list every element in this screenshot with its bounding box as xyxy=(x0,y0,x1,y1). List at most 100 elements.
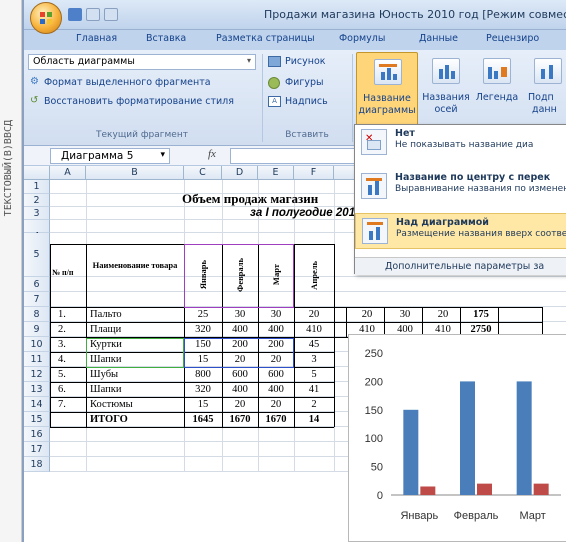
side-strip-text: ТЕКСТОВЫЙ(В)ВВСД xyxy=(3,120,14,217)
reset-style-button[interactable]: ↺ Восстановить форматирование стиля xyxy=(28,94,256,110)
table-cell-c[interactable]: 25 xyxy=(184,309,222,320)
y-tick-label: 0 xyxy=(377,490,383,502)
picture-button[interactable]: Рисунок xyxy=(268,54,348,70)
table-cell-n[interactable]: 1. xyxy=(58,309,84,320)
table-cell-f[interactable]: 14 xyxy=(294,414,334,425)
menu-item-centered-overlay[interactable]: Название по центру с перек Выравнивание … xyxy=(355,169,566,205)
tab-formulas[interactable]: Формулы xyxy=(339,33,385,44)
chart-title-button[interactable]: Название диаграммы xyxy=(356,52,418,126)
table-cell-d[interactable]: 400 xyxy=(222,384,258,395)
table-cell-c[interactable]: 320 xyxy=(184,384,222,395)
table-cell-d[interactable]: 20 xyxy=(222,399,258,410)
table-cell-c[interactable]: 1645 xyxy=(184,414,222,425)
tab-insert[interactable]: Вставка xyxy=(146,33,186,44)
table-cell-f[interactable]: 20 xyxy=(294,309,334,320)
column-header-c[interactable]: C xyxy=(184,166,222,180)
tab-data[interactable]: Данные xyxy=(419,33,458,44)
table-cell-d[interactable]: 30 xyxy=(222,309,258,320)
table-cell-c[interactable]: 15 xyxy=(184,399,222,410)
row-header-16[interactable]: 16 xyxy=(24,427,50,442)
table-cell-n[interactable]: 6. xyxy=(58,384,84,395)
format-selection-button[interactable]: ⚙ Формат выделенного фрагмента xyxy=(28,75,256,91)
save-icon[interactable] xyxy=(68,8,82,21)
tab-home[interactable]: Главная xyxy=(76,33,117,44)
table-cell-n[interactable]: 7. xyxy=(58,399,84,410)
chart-title-icon xyxy=(374,59,402,85)
table-cell-e[interactable]: 30 xyxy=(258,309,294,320)
redo-icon[interactable] xyxy=(104,8,118,21)
insert-function-button[interactable]: fx xyxy=(204,148,226,164)
table-cell-e[interactable]: 20 xyxy=(258,399,294,410)
name-box[interactable]: Диаграмма 5 ▾ xyxy=(50,148,170,164)
table-cell-e[interactable]: 1670 xyxy=(258,414,294,425)
table-cell-f[interactable]: 45 xyxy=(294,339,334,350)
column-header-a[interactable]: A xyxy=(50,166,86,180)
table-cell-d[interactable]: 400 xyxy=(222,324,258,335)
tab-review[interactable]: Рецензиро xyxy=(486,33,539,44)
row-header-14[interactable]: 14 xyxy=(24,397,50,412)
table-cell-h[interactable]: 30 xyxy=(386,309,424,320)
embedded-chart[interactable]: 0 50 100 150 200 250 Январь Февраль Март xyxy=(348,334,566,542)
table-cell-name[interactable]: Шапки xyxy=(90,384,182,395)
table-cell-d[interactable]: 1670 xyxy=(222,414,258,425)
row-header-17[interactable]: 17 xyxy=(24,442,50,457)
row-header-11[interactable]: 11 xyxy=(24,352,50,367)
data-labels-button[interactable]: Подп данн xyxy=(524,52,566,126)
shapes-button[interactable]: Фигуры xyxy=(268,75,348,91)
row-header-8[interactable]: 8 xyxy=(24,307,50,322)
table-cell-f[interactable]: 41 xyxy=(294,384,334,395)
legend-button[interactable]: Легенда xyxy=(474,52,520,126)
table-cell-n[interactable]: 3. xyxy=(58,339,84,350)
row-header-9[interactable]: 9 xyxy=(24,322,50,337)
table-cell-e[interactable]: 400 xyxy=(258,324,294,335)
table-cell-name[interactable]: Пальто xyxy=(90,309,182,320)
table-cell-name[interactable]: Костюмы xyxy=(90,399,182,410)
row-header-2[interactable]: 2 xyxy=(24,194,50,207)
row-header-13[interactable]: 13 xyxy=(24,382,50,397)
table-cell-f[interactable]: 3 xyxy=(294,354,334,365)
table-cell-c[interactable]: 800 xyxy=(184,369,222,380)
table-cell-name[interactable]: ИТОГО xyxy=(90,414,182,425)
table-cell-j[interactable]: 175 xyxy=(462,309,500,320)
row-header-5[interactable]: 5 xyxy=(24,233,50,277)
table-cell-i[interactable]: 20 xyxy=(424,309,462,320)
menu-item-above-chart[interactable]: Над диаграммой Размещение названия вверх… xyxy=(355,213,566,249)
tab-page-layout[interactable]: Разметка страницы xyxy=(216,33,315,44)
table-cell-n[interactable]: 4. xyxy=(58,354,84,365)
column-header-f[interactable]: F xyxy=(294,166,334,180)
table-cell-name[interactable]: Плащи xyxy=(90,324,182,335)
table-cell-d[interactable]: 600 xyxy=(222,369,258,380)
select-all-corner[interactable] xyxy=(24,166,50,180)
table-cell-n[interactable]: 2. xyxy=(58,324,84,335)
row-header-12[interactable]: 12 xyxy=(24,367,50,382)
undo-icon[interactable] xyxy=(86,8,100,21)
row-header-18[interactable]: 18 xyxy=(24,457,50,472)
textbox-button[interactable]: A Надпись xyxy=(268,94,348,110)
chart-element-dropdown[interactable]: Область диаграммы ▾ xyxy=(28,54,256,70)
table-cell-n[interactable]: 5. xyxy=(58,369,84,380)
office-button[interactable] xyxy=(30,2,62,34)
table-cell-f[interactable]: 2 xyxy=(294,399,334,410)
row-header-10[interactable]: 10 xyxy=(24,337,50,352)
column-header-b[interactable]: B xyxy=(86,166,184,180)
table-cell-f[interactable]: 5 xyxy=(294,369,334,380)
column-header-e[interactable]: E xyxy=(258,166,294,180)
menu-item-more-options[interactable]: Дополнительные параметры за xyxy=(355,257,566,275)
row-header-6[interactable]: 6 xyxy=(24,277,50,292)
column-header-d[interactable]: D xyxy=(222,166,258,180)
x-tick-label: Март xyxy=(520,510,546,522)
axis-titles-button[interactable]: Названия осей xyxy=(422,52,470,126)
row-header-7[interactable]: 7 xyxy=(24,292,50,307)
reset-icon: ↺ xyxy=(30,95,39,106)
table-cell-g[interactable]: 20 xyxy=(348,309,386,320)
row-header-3[interactable]: 3 xyxy=(24,207,50,220)
table-cell-e[interactable]: 400 xyxy=(258,384,294,395)
table-cell-f[interactable]: 410 xyxy=(294,324,334,335)
table-cell-name[interactable]: Шубы xyxy=(90,369,182,380)
row-header-15[interactable]: 15 xyxy=(24,412,50,427)
table-cell-e[interactable]: 600 xyxy=(258,369,294,380)
menu-item-none[interactable]: ✕ Нет Не показывать название диа xyxy=(355,125,566,161)
row-header-1[interactable]: 1 xyxy=(24,180,50,194)
row-header-4[interactable]: 4 xyxy=(24,220,50,242)
table-cell-c[interactable]: 320 xyxy=(184,324,222,335)
